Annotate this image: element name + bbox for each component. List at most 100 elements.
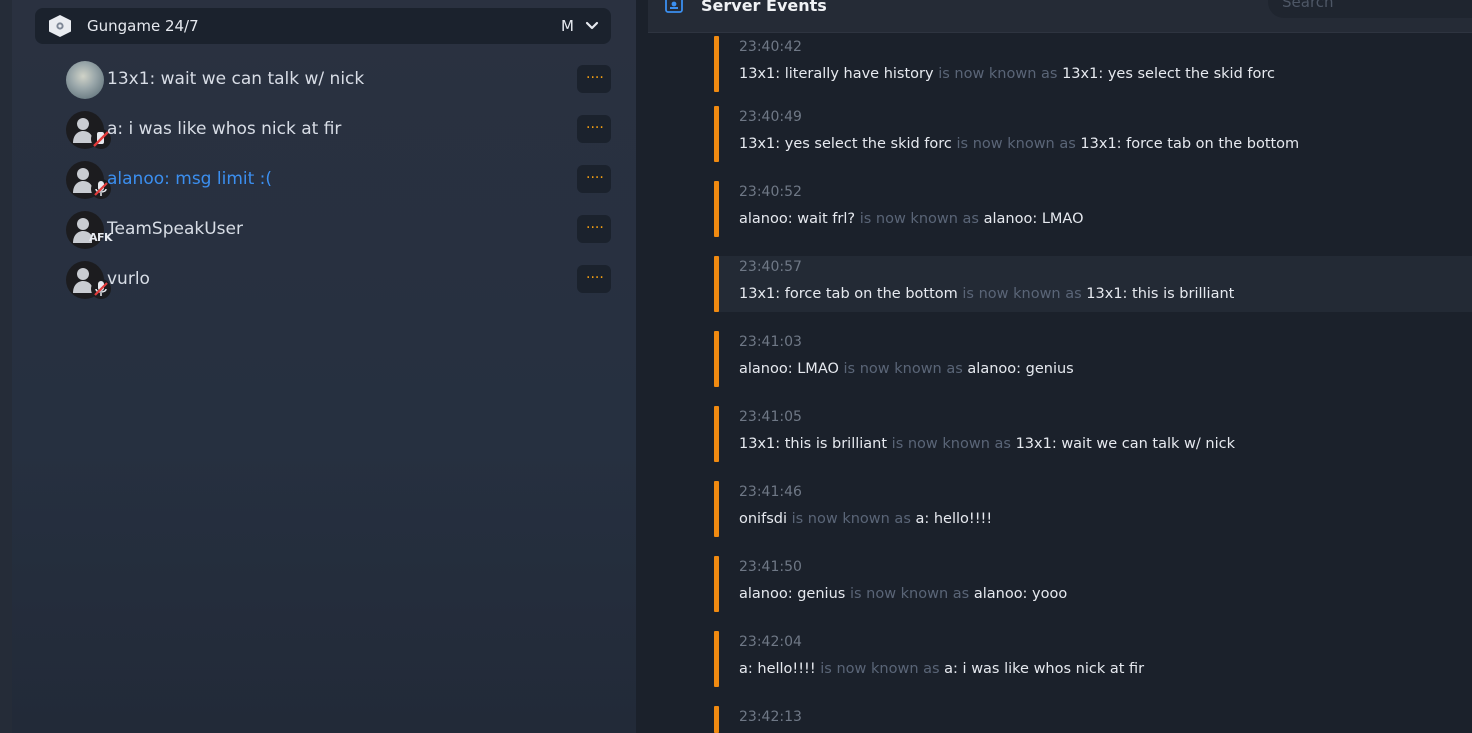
event-entry: 23:40:49 13x1: yes select the skid forc … <box>714 106 1472 162</box>
old-nickname: alanoo: wait frl? <box>739 211 856 227</box>
event-accent-bar <box>714 256 719 312</box>
event-connector: is now known as <box>791 511 911 527</box>
event-text: alanoo: genius is now known as alanoo: y… <box>739 586 1067 602</box>
event-entry: 23:40:52 alanoo: wait frl? is now known … <box>714 181 1472 237</box>
client-name: a: i was like whos nick at fir <box>107 119 342 139</box>
client-more-button[interactable]: ···· <box>577 115 611 143</box>
new-nickname: a: i was like whos nick at fir <box>944 661 1145 677</box>
server-header[interactable]: Gungame 24/7 M <box>35 8 611 44</box>
event-connector: is now known as <box>962 286 1082 302</box>
event-entry: 23:40:42 13x1: literally have history is… <box>714 36 1472 92</box>
avatar <box>66 111 111 149</box>
event-time: 23:40:57 <box>739 259 802 275</box>
server-name: Gungame 24/7 <box>87 17 199 35</box>
event-accent-bar <box>714 406 719 462</box>
event-connector: is now known as <box>938 66 1058 82</box>
new-nickname: a: hello!!!! <box>915 511 993 527</box>
client-name: alanoo: msg limit :( <box>107 169 273 189</box>
server-events-icon <box>665 0 683 13</box>
events-title: Server Events <box>701 0 827 15</box>
client-more-button[interactable]: ···· <box>577 265 611 293</box>
event-time: 23:40:49 <box>739 109 802 125</box>
client-more-button[interactable]: ···· <box>577 65 611 93</box>
event-accent-bar <box>714 106 719 162</box>
event-time: 23:40:52 <box>739 184 802 200</box>
old-nickname: a: hello!!!! <box>739 661 816 677</box>
new-nickname: 13x1: yes select the skid forc <box>1062 66 1275 82</box>
event-text: 13x1: literally have history is now know… <box>739 66 1275 82</box>
event-entry: 23:41:05 13x1: this is brilliant is now … <box>714 406 1472 462</box>
event-time: 23:41:03 <box>739 334 802 350</box>
avatar: AFK <box>66 211 113 249</box>
more-dots-icon: ···· <box>586 70 604 86</box>
event-entry: 23:40:57 13x1: force tab on the bottom i… <box>714 256 1472 312</box>
event-accent-bar <box>714 481 719 537</box>
client-more-button[interactable]: ···· <box>577 215 611 243</box>
client-more-button[interactable]: ···· <box>577 165 611 193</box>
chevron-down-icon[interactable] <box>585 19 599 33</box>
new-nickname: 13x1: wait we can talk w/ nick <box>1015 436 1235 452</box>
old-nickname: onifsdi <box>739 511 787 527</box>
avatar <box>66 161 111 199</box>
avatar <box>66 61 104 99</box>
avatar <box>66 261 111 299</box>
event-entry: 23:42:13 <box>714 706 1472 733</box>
event-entry: 23:41:50 alanoo: genius is now known as … <box>714 556 1472 612</box>
client-row-vurlo[interactable]: vurlo ···· <box>54 260 614 300</box>
event-connector: is now known as <box>859 211 979 227</box>
client-row-teamspeakuser[interactable]: AFK TeamSpeakUser ···· <box>54 210 614 250</box>
server-initial: M <box>561 17 574 35</box>
server-shield-icon <box>49 15 71 37</box>
server-events-panel: Server Events 23:40:42 13x1: literally h… <box>636 0 1472 733</box>
old-nickname: 13x1: this is brilliant <box>739 436 888 452</box>
event-accent-bar <box>714 36 719 92</box>
new-nickname: alanoo: yooo <box>973 586 1068 602</box>
event-text: 13x1: this is brilliant is now known as … <box>739 436 1235 452</box>
client-name: vurlo <box>107 269 150 289</box>
client-name: 13x1: wait we can talk w/ nick <box>107 69 365 89</box>
event-entry: 23:41:46 onifsdi is now known as a: hell… <box>714 481 1472 537</box>
old-nickname: alanoo: LMAO <box>739 361 839 377</box>
event-time: 23:40:42 <box>739 39 802 55</box>
event-text: 13x1: force tab on the bottom is now kno… <box>739 286 1234 302</box>
old-nickname: alanoo: genius <box>739 586 846 602</box>
more-dots-icon: ···· <box>586 170 604 186</box>
event-text: alanoo: wait frl? is now known as alanoo… <box>739 211 1084 227</box>
event-connector: is now known as <box>891 436 1011 452</box>
event-text: alanoo: LMAO is now known as alanoo: gen… <box>739 361 1074 377</box>
event-entry: 23:41:03 alanoo: LMAO is now known as al… <box>714 331 1472 387</box>
client-row-13x1[interactable]: 13x1: wait we can talk w/ nick ···· <box>54 60 614 100</box>
event-text: a: hello!!!! is now known as a: i was li… <box>739 661 1144 677</box>
event-entry: 23:42:04 a: hello!!!! is now known as a:… <box>714 631 1472 687</box>
event-time: 23:41:05 <box>739 409 802 425</box>
event-accent-bar <box>714 631 719 687</box>
event-text: onifsdi is now known as a: hello!!!! <box>739 511 992 527</box>
event-time: 23:41:46 <box>739 484 802 500</box>
event-connector: is now known as <box>843 361 963 377</box>
event-accent-bar <box>714 556 719 612</box>
old-nickname: 13x1: yes select the skid forc <box>739 136 952 152</box>
old-nickname: 13x1: force tab on the bottom <box>739 286 958 302</box>
old-nickname: 13x1: literally have history <box>739 66 934 82</box>
event-text: 13x1: yes select the skid forc is now kn… <box>739 136 1299 152</box>
events-header: Server Events <box>648 0 1472 33</box>
event-connector: is now known as <box>849 586 970 602</box>
event-connector: is now known as <box>820 661 940 677</box>
new-nickname: 13x1: this is brilliant <box>1086 286 1235 302</box>
client-name: TeamSpeakUser <box>107 219 243 239</box>
more-dots-icon: ···· <box>586 220 604 236</box>
new-nickname: alanoo: LMAO <box>983 211 1084 227</box>
search-input[interactable] <box>1268 0 1472 18</box>
channel-tree-panel: Gungame 24/7 M 13x1: wait we can talk w/… <box>12 0 636 733</box>
more-dots-icon: ···· <box>586 270 604 286</box>
more-dots-icon: ···· <box>586 120 604 136</box>
event-accent-bar <box>714 706 719 733</box>
event-accent-bar <box>714 181 719 237</box>
event-accent-bar <box>714 331 719 387</box>
new-nickname: alanoo: genius <box>967 361 1074 377</box>
client-row-alanoo[interactable]: alanoo: msg limit :( ···· <box>54 160 614 200</box>
event-time: 23:42:13 <box>739 709 802 725</box>
event-time: 23:41:50 <box>739 559 802 575</box>
client-row-a[interactable]: a: i was like whos nick at fir ···· <box>54 110 614 150</box>
new-nickname: 13x1: force tab on the bottom <box>1080 136 1300 152</box>
